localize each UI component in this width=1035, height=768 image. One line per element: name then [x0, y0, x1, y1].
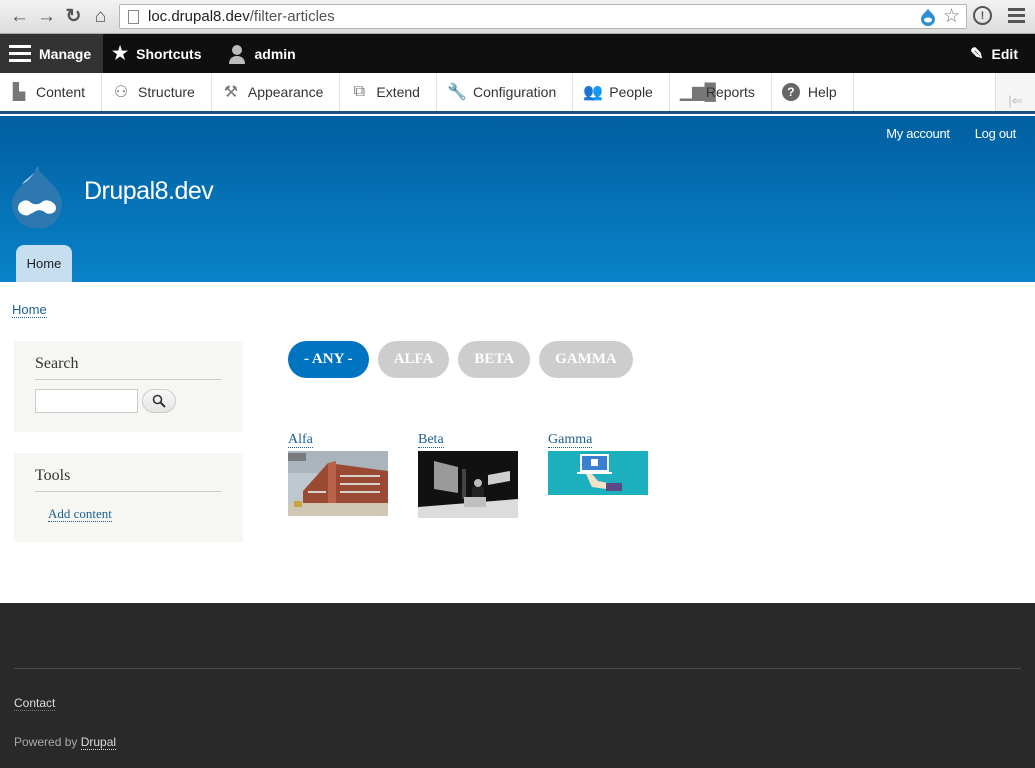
toolbar-edit[interactable]: ✎ Edit — [961, 34, 1029, 73]
admin-toolbar: Manage ★ Shortcuts admin ✎ Edit — [0, 34, 1035, 73]
reload-button[interactable]: ↻ — [60, 4, 87, 30]
toolbar-manage[interactable]: Manage — [0, 34, 103, 73]
article-title-gamma[interactable]: Gamma — [548, 433, 593, 448]
sitemap-icon: ⚇ — [113, 84, 129, 101]
drupal-link[interactable]: Drupal — [80, 735, 117, 750]
back-button[interactable]: ← — [6, 4, 33, 30]
bar-chart-icon: ▁▆█ — [679, 84, 716, 101]
info-icon[interactable]: ! — [973, 6, 992, 25]
tray-item-help[interactable]: ? Help — [772, 73, 854, 111]
article-title-beta[interactable]: Beta — [418, 433, 444, 448]
toolbar-shortcuts[interactable]: ★ Shortcuts — [103, 34, 212, 73]
filter-any[interactable]: - ANY - — [288, 341, 369, 378]
hamburger-icon — [9, 45, 31, 62]
pencil-icon: ✎ — [970, 45, 984, 63]
edit-label: Edit — [991, 45, 1018, 62]
filter-beta[interactable]: BETA — [458, 341, 531, 378]
home-button[interactable]: ⌂ — [87, 4, 114, 30]
site-footer: Contact Powered by Drupal — [0, 603, 1035, 768]
tools-block-title: Tools — [35, 453, 222, 492]
site-name[interactable]: Drupal8.dev — [84, 177, 214, 206]
article-title-alfa[interactable]: Alfa — [288, 433, 313, 448]
search-form — [35, 389, 222, 413]
tray-item-configuration[interactable]: 🔧 Configuration — [437, 73, 574, 111]
search-input[interactable] — [35, 389, 138, 413]
tray-label: Structure — [138, 84, 195, 100]
main-nav-home-tab[interactable]: Home — [16, 245, 72, 282]
site-header: My account Log out Drupal8.dev Home — [0, 116, 1035, 282]
user-icon — [229, 44, 246, 64]
puzzle-icon: ⧉ — [353, 83, 366, 100]
article-item: Alfa — [288, 430, 388, 516]
tray-item-structure[interactable]: ⚇ Structure — [102, 73, 212, 111]
drupal-extension-icon[interactable] — [919, 7, 937, 26]
star-icon: ★ — [112, 43, 129, 63]
dock-left-icon: |⇐ — [1008, 93, 1023, 108]
manage-label: Manage — [39, 45, 92, 62]
wrench-icon: 🔧 — [446, 84, 467, 101]
bookmark-star-icon[interactable]: ☆ — [943, 5, 960, 28]
shortcuts-label: Shortcuts — [136, 45, 202, 62]
browser-menu-icon[interactable] — [1008, 8, 1025, 23]
article-item: Gamma — [548, 430, 648, 495]
admin-tray: ▙ Content ⚇ Structure ⚒ Appearance ⧉ Extend … — [0, 73, 1035, 114]
tray-item-reports[interactable]: ▁▆█ Reports — [670, 73, 772, 111]
secondary-menu: My account Log out — [886, 126, 1016, 141]
add-content-link[interactable]: Add content — [48, 507, 112, 522]
tools-block: Tools Add content — [14, 453, 243, 542]
powered-by: Powered by Drupal — [14, 735, 117, 750]
tray-item-appearance[interactable]: ⚒ Appearance — [212, 73, 341, 111]
brush-icon: ⚒ — [223, 84, 239, 101]
footer-divider — [14, 668, 1021, 669]
breadcrumb-home[interactable]: Home — [12, 303, 47, 318]
filter-alfa[interactable]: ALFA — [377, 341, 450, 378]
tray-label: Content — [36, 84, 86, 100]
my-account-link[interactable]: My account — [886, 126, 950, 141]
people-icon: 👥 — [583, 84, 604, 101]
drupal-logo[interactable] — [8, 164, 66, 228]
article-image-beta[interactable] — [418, 451, 518, 518]
toolbar-user[interactable]: admin — [212, 34, 306, 73]
search-block-title: Search — [35, 341, 222, 380]
filter-gamma[interactable]: GAMMA — [539, 341, 633, 378]
page-icon — [128, 9, 139, 24]
tray-label: Reports — [705, 84, 755, 100]
powered-by-text: Powered by — [14, 735, 81, 749]
tray-orientation-toggle[interactable]: |⇐ — [995, 73, 1035, 111]
article-item: Beta — [418, 430, 518, 518]
search-icon — [152, 394, 166, 408]
article-image-gamma[interactable] — [548, 451, 648, 495]
tray-label: Help — [807, 84, 837, 100]
article-image-alfa[interactable] — [288, 451, 388, 516]
file-icon: ▙ — [12, 84, 26, 101]
user-label: admin — [254, 45, 296, 62]
tray-item-extend[interactable]: ⧉ Extend — [340, 73, 437, 111]
forward-button[interactable]: → — [33, 4, 60, 30]
tray-label: Appearance — [247, 84, 324, 100]
help-icon: ? — [781, 83, 800, 101]
address-bar[interactable]: loc.drupal8.dev/filter-articles ☆ — [119, 4, 967, 29]
tray-item-people[interactable]: 👥 People — [573, 73, 670, 111]
tray-label: Configuration — [472, 84, 557, 100]
search-button[interactable] — [142, 389, 176, 413]
search-block: Search — [14, 341, 243, 432]
filter-pills: - ANY - ALFA BETA GAMMA — [288, 341, 633, 378]
tray-label: Extend — [376, 84, 420, 100]
tray-item-content[interactable]: ▙ Content — [0, 73, 103, 111]
tray-label: People — [609, 84, 653, 100]
contact-link[interactable]: Contact — [14, 697, 56, 711]
log-out-link[interactable]: Log out — [975, 126, 1017, 141]
url-text: loc.drupal8.dev/filter-articles — [148, 8, 335, 25]
